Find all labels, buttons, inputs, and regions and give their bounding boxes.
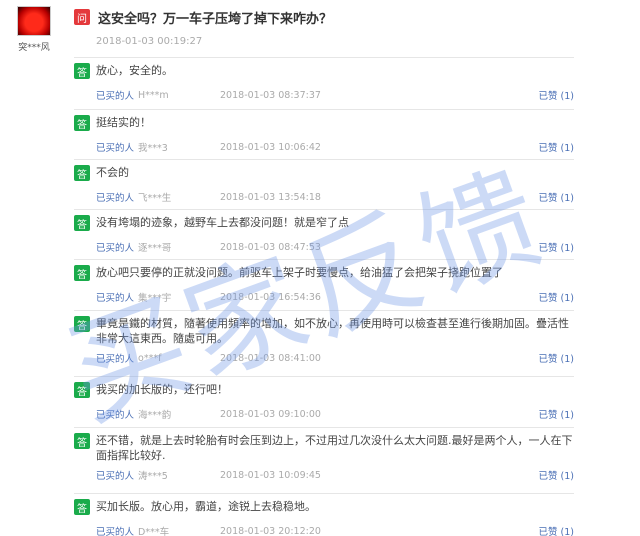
buyer-label[interactable]: 已买的人 (96, 190, 134, 204)
avatar[interactable] (17, 6, 51, 36)
answer-badge: 答 (74, 165, 90, 181)
answer-user: 我***3 (138, 143, 168, 154)
answer-user: 逐***哥 (138, 243, 172, 254)
answer-badge: 答 (74, 499, 90, 515)
answer-time: 2018-01-03 08:37:37 (220, 89, 321, 101)
answer-text: 还不错，就是上去时轮胎有时会压到边上，不过用过几次没什么太大问题.最好是两个人，… (96, 434, 573, 462)
buyer-label[interactable]: 已买的人 (96, 468, 134, 482)
buyer-label[interactable]: 已买的人 (96, 524, 134, 536)
answer-user: 涛***5 (138, 471, 168, 482)
answer-user: 海***韵 (138, 410, 172, 421)
answer-item: 答 畢竟是鐵的材質，隨著使用頻率的增加，如不放心，再使用時可以檢查甚至進行後期加… (74, 310, 574, 376)
answer-item: 答 放心吧只要停的正就没问题。前驱车上架子时要慢点，给油猛了会把架子挠跑位置了 … (74, 259, 574, 310)
answer-item: 答 没有垮塌的迹象，越野车上去都没问题！就是窄了点 已买的人 逐***哥 201… (74, 209, 574, 259)
answer-user: o***f (138, 352, 162, 364)
answer-item: 答 我买的加长版的，还行吧！ 已买的人 海***韵 2018-01-03 09:… (74, 376, 574, 427)
answer-text: 放心吧只要停的正就没问题。前驱车上架子时要慢点，给油猛了会把架子挠跑位置了 (96, 266, 503, 279)
answer-time: 2018-01-03 16:54:36 (220, 291, 321, 303)
answer-item: 答 挺结实的！ 已买的人 我***3 2018-01-03 10:06:42 已… (74, 109, 574, 159)
answer-item: 答 放心，安全的。 已买的人 H***m 2018-01-03 08:37:37… (74, 57, 574, 109)
answer-badge: 答 (74, 265, 90, 281)
answer-badge: 答 (74, 433, 90, 449)
like-button[interactable]: 已赞 (1) (539, 290, 574, 304)
like-button[interactable]: 已赞 (1) (539, 240, 574, 254)
buyer-label[interactable]: 已买的人 (96, 351, 134, 365)
question-badge: 问 (74, 9, 90, 25)
like-button[interactable]: 已赞 (1) (539, 407, 574, 421)
asker: 突***风 (14, 6, 54, 53)
asker-name: 突***风 (18, 43, 50, 53)
buyer-label[interactable]: 已买的人 (96, 407, 134, 421)
answer-time: 2018-01-03 08:47:53 (220, 241, 321, 253)
question: 问 这安全吗？万一车子压垮了掉下来咋办？ 2018-01-03 00:19:27 (74, 8, 624, 47)
answer-text: 挺结实的！ (96, 116, 151, 129)
answer-badge: 答 (74, 382, 90, 398)
answer-list: 答 放心，安全的。 已买的人 H***m 2018-01-03 08:37:37… (74, 57, 574, 536)
answer-time: 2018-01-03 20:12:20 (220, 525, 321, 536)
answer-time: 2018-01-03 10:06:42 (220, 141, 321, 153)
answer-badge: 答 (74, 215, 90, 231)
buyer-label[interactable]: 已买的人 (96, 290, 134, 304)
answer-text: 我买的加长版的，还行吧！ (96, 383, 228, 396)
like-button[interactable]: 已赞 (1) (539, 351, 574, 365)
answer-item: 答 不会的 已买的人 飞***生 2018-01-03 13:54:18 已赞 … (74, 159, 574, 209)
buyer-label[interactable]: 已买的人 (96, 240, 134, 254)
like-button[interactable]: 已赞 (1) (539, 524, 574, 536)
answer-text: 买加长版。放心用，霸道，途锐上去稳稳地。 (96, 500, 316, 513)
buyer-label[interactable]: 已买的人 (96, 88, 134, 102)
question-time: 2018-01-03 00:19:27 (96, 36, 203, 47)
answer-time: 2018-01-03 10:09:45 (220, 469, 321, 481)
question-text: 这安全吗？万一车子压垮了掉下来咋办？ (98, 11, 333, 27)
answer-item: 答 买加长版。放心用，霸道，途锐上去稳稳地。 已买的人 D***车 2018-0… (74, 493, 574, 536)
like-button[interactable]: 已赞 (1) (539, 468, 574, 482)
answer-time: 2018-01-03 13:54:18 (220, 191, 321, 203)
answer-user: 飞***生 (138, 193, 172, 204)
answer-user: H***m (138, 89, 169, 101)
like-button[interactable]: 已赞 (1) (539, 88, 574, 102)
like-button[interactable]: 已赞 (1) (539, 190, 574, 204)
answer-user: D***车 (138, 527, 170, 536)
answer-badge: 答 (74, 316, 90, 332)
buyer-label[interactable]: 已买的人 (96, 140, 134, 154)
like-button[interactable]: 已赞 (1) (539, 140, 574, 154)
answer-text: 放心，安全的。 (96, 64, 173, 77)
answer-time: 2018-01-03 09:10:00 (220, 408, 321, 420)
answer-time: 2018-01-03 08:41:00 (220, 352, 321, 364)
answer-badge: 答 (74, 63, 90, 79)
answer-text: 畢竟是鐵的材質，隨著使用頻率的增加，如不放心，再使用時可以檢查甚至進行後期加固。… (96, 317, 569, 345)
answer-text: 不会的 (96, 166, 129, 179)
answer-item: 答 还不错，就是上去时轮胎有时会压到边上，不过用过几次没什么太大问题.最好是两个… (74, 427, 574, 493)
answer-user: 集***宇 (138, 293, 172, 304)
answer-badge: 答 (74, 115, 90, 131)
answer-text: 没有垮塌的迹象，越野车上去都没问题！就是窄了点 (96, 216, 349, 229)
